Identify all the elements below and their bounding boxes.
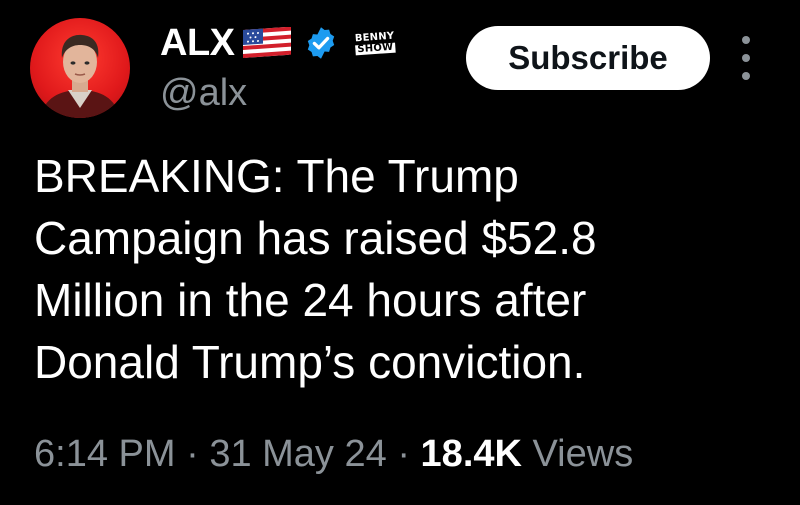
tweet-time[interactable]: 6:14 PM: [34, 433, 176, 475]
meta-separator: ·: [386, 433, 421, 475]
tweet-text-line: Donald Trump’s conviction.: [34, 336, 586, 388]
us-flag-icon: [242, 27, 291, 58]
tweet-text-line: Campaign has raised $52.8: [34, 212, 597, 264]
tweet-text-line: Million in the 24 hours after: [34, 274, 587, 326]
tweet-date[interactable]: 31 May 24: [209, 433, 386, 475]
dot: [742, 36, 750, 44]
dot: [742, 54, 750, 62]
tweet-meta: 6:14 PM · 31 May 24 · 18.4K Views: [34, 430, 633, 478]
avatar[interactable]: [30, 18, 130, 118]
more-options-icon[interactable]: [735, 36, 757, 80]
tweet-text-line: BREAKING: The Trump: [34, 150, 519, 202]
author-handle[interactable]: @alx: [160, 70, 247, 116]
views-count[interactable]: 18.4K: [421, 433, 522, 475]
meta-separator: ·: [175, 433, 210, 475]
author-name-row: ALX BENNY SHOW: [160, 20, 397, 66]
benny-show-badge: BENNY SHOW: [351, 23, 398, 64]
display-name[interactable]: ALX: [160, 20, 235, 66]
subscribe-button[interactable]: Subscribe: [466, 26, 710, 90]
tweet-card: ALX BENNY SHOW @alx Subscribe BREAKING: …: [0, 0, 800, 505]
tweet-text: BREAKING: The Trump Campaign has raised …: [34, 145, 774, 393]
views-label: Views: [521, 433, 634, 475]
badge-line2: SHOW: [354, 41, 396, 55]
dot: [742, 72, 750, 80]
avatar-portrait-icon: [40, 34, 120, 118]
verified-badge-icon: [307, 27, 334, 59]
